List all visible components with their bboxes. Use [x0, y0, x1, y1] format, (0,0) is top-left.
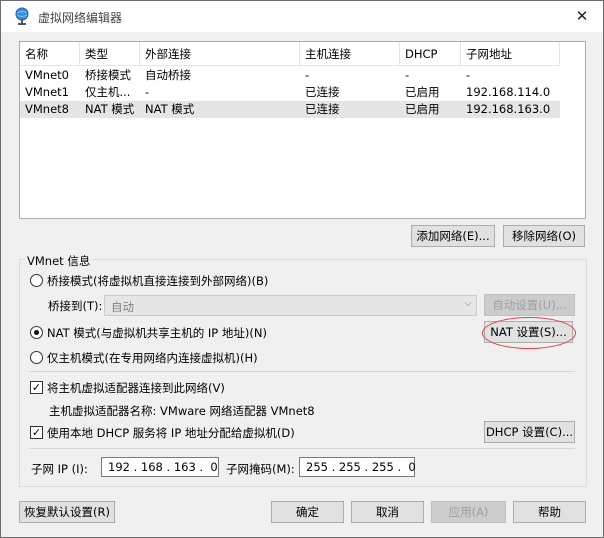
list-header: 名称 类型 外部连接 主机连接 DHCP 子网地址 — [20, 42, 560, 66]
bridged-mode-radio[interactable] — [30, 274, 43, 287]
cell-dhcp: - — [405, 68, 410, 82]
cell-dhcp: 已启用 — [405, 85, 440, 99]
network-list[interactable]: 名称 类型 外部连接 主机连接 DHCP 子网地址 VMnet0 桥接模式 自动… — [19, 41, 586, 219]
host-only-radio[interactable] — [30, 351, 43, 364]
cell-external: 自动桥接 — [145, 68, 191, 82]
cell-external: NAT 模式 — [145, 102, 195, 116]
column-header-host[interactable]: 主机连接 — [300, 42, 400, 66]
divider — [29, 448, 575, 449]
column-header-dhcp[interactable]: DHCP — [400, 42, 461, 66]
add-network-button[interactable]: 添加网络(E)... — [411, 225, 495, 247]
cell-host: 已连接 — [305, 102, 340, 116]
remove-network-button[interactable]: 移除网络(O) — [503, 225, 585, 247]
column-header-type[interactable]: 类型 — [80, 42, 140, 66]
cell-type: 仅主机... — [85, 85, 131, 99]
cell-type: NAT 模式 — [85, 102, 135, 116]
nat-mode-label[interactable]: NAT 模式(与虚拟机共享主机的 IP 地址)(N) — [47, 325, 267, 341]
host-only-label[interactable]: 仅主机模式(在专用网络内连接虚拟机)(H) — [47, 350, 258, 366]
cell-host: 已连接 — [305, 85, 340, 99]
table-row[interactable]: VMnet1 仅主机... - 已连接 已启用 192.168.114.0 — [20, 84, 560, 101]
help-button[interactable]: 帮助 — [513, 501, 586, 523]
virtual-network-editor-window: 虚拟网络编辑器 ✕ 名称 类型 外部连接 主机连接 DHCP 子网地址 VMne… — [0, 0, 604, 538]
table-row[interactable]: VMnet0 桥接模式 自动桥接 - - - — [20, 67, 560, 84]
cell-name: VMnet0 — [25, 68, 69, 82]
nat-mode-radio[interactable] — [30, 326, 43, 339]
cell-name: VMnet8 — [25, 102, 69, 116]
subnet-ip-field[interactable]: 192 . 168 . 163 . 0 — [101, 457, 219, 477]
dhcp-settings-button[interactable]: DHCP 设置(C)... — [484, 421, 575, 443]
column-header-name[interactable]: 名称 — [20, 42, 80, 66]
column-header-external[interactable]: 外部连接 — [140, 42, 300, 66]
chevron-down-icon: ⌵ — [464, 298, 472, 309]
auto-settings-button[interactable]: 自动设置(U)... — [484, 294, 575, 316]
cell-name: VMnet1 — [25, 85, 69, 99]
window-title: 虚拟网络编辑器 — [38, 11, 123, 25]
network-globe-icon — [15, 7, 29, 25]
vmnet-info-legend: VMnet 信息 — [25, 253, 93, 269]
column-header-subnet[interactable]: 子网地址 — [461, 42, 560, 66]
table-row-selected[interactable]: VMnet8 NAT 模式 NAT 模式 已连接 已启用 192.168.163… — [20, 101, 560, 118]
bridge-to-select[interactable]: 自动 ⌵ — [104, 295, 477, 316]
ok-button[interactable]: 确定 — [271, 501, 344, 523]
cell-host: - — [305, 68, 310, 82]
connect-adapter-label[interactable]: 将主机虚拟适配器连接到此网络(V) — [47, 380, 225, 396]
subnet-ip-label: 子网 IP (I): — [31, 462, 88, 476]
divider — [29, 371, 575, 372]
subnet-mask-label: 子网掩码(M): — [226, 462, 295, 476]
subnet-mask-field[interactable]: 255 . 255 . 255 . 0 — [299, 457, 416, 477]
bridged-mode-label[interactable]: 桥接模式(将虚拟机直接连接到外部网络)(B) — [47, 273, 268, 289]
title-bar: 虚拟网络编辑器 ✕ — [1, 1, 603, 32]
dhcp-checkbox[interactable]: ✓ — [30, 426, 43, 439]
dhcp-label[interactable]: 使用本地 DHCP 服务将 IP 地址分配给虚拟机(D) — [47, 425, 295, 441]
bridge-to-label: 桥接到(T): — [48, 299, 103, 313]
cell-subnet: 192.168.114.0 — [466, 85, 551, 99]
close-button[interactable]: ✕ — [567, 3, 597, 29]
cell-type: 桥接模式 — [85, 68, 131, 82]
cell-subnet: - — [466, 68, 471, 82]
cell-external: - — [145, 85, 150, 99]
close-icon: ✕ — [575, 7, 589, 25]
cell-dhcp: 已启用 — [405, 102, 440, 116]
restore-defaults-button[interactable]: 恢复默认设置(R) — [19, 501, 115, 523]
apply-button[interactable]: 应用(A) — [431, 501, 506, 523]
cancel-button[interactable]: 取消 — [351, 501, 424, 523]
connect-adapter-checkbox[interactable]: ✓ — [30, 381, 43, 394]
nat-settings-button[interactable]: NAT 设置(S)... — [484, 321, 573, 343]
bridge-to-value: 自动 — [111, 300, 134, 314]
adapter-name-text: 主机虚拟适配器名称: VMware 网络适配器 VMnet8 — [49, 404, 315, 418]
cell-subnet: 192.168.163.0 — [466, 102, 551, 116]
